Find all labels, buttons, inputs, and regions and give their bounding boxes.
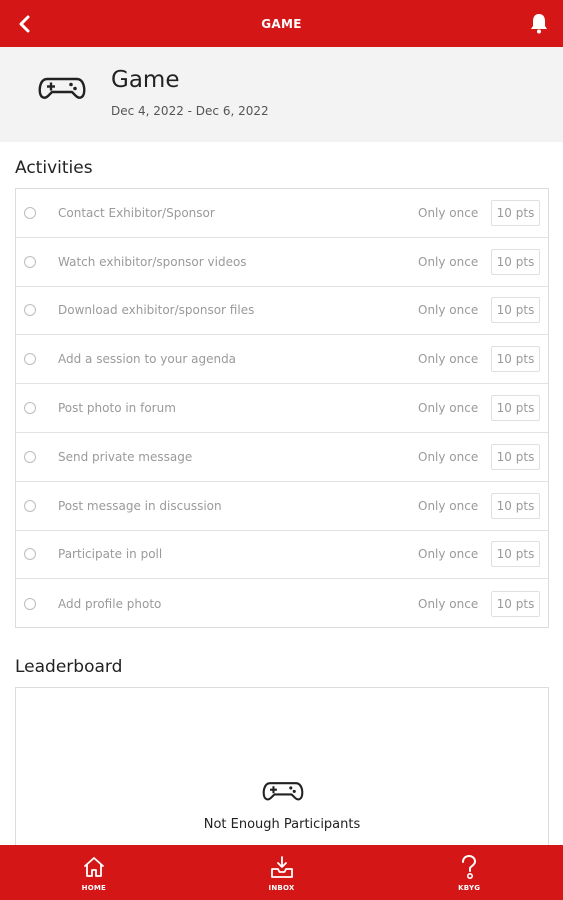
activity-row[interactable]: Contact Exhibitor/Sponsor Only once 10 pts — [16, 189, 548, 238]
nav-kbyg-label: KBYG — [458, 883, 481, 892]
activity-points-badge: 10 pts — [491, 541, 540, 568]
bottom-nav: HOME INBOX KBYG — [0, 845, 563, 900]
back-arrow-icon[interactable] — [12, 12, 36, 36]
activity-label: Watch exhibitor/sponsor videos — [58, 254, 247, 269]
game-header: Game Dec 4, 2022 - Dec 6, 2022 — [0, 47, 563, 142]
activity-radio[interactable] — [24, 402, 36, 415]
activity-label: Download exhibitor/sponsor files — [58, 303, 255, 318]
nav-home[interactable]: HOME — [0, 845, 188, 900]
activity-row[interactable]: Participate in poll Only once 10 pts — [16, 531, 548, 580]
activity-row[interactable]: Post message in discussion Only once 10 pt… — [16, 482, 548, 531]
top-app-bar: GAME — [0, 0, 563, 47]
leaderboard-panel: Not Enough Participants — [15, 687, 549, 867]
game-dates: Dec 4, 2022 - Dec 6, 2022 — [111, 104, 269, 118]
activity-row[interactable]: Watch exhibitor/sponsor videos Only once 1… — [16, 238, 548, 287]
activity-radio[interactable] — [24, 548, 36, 561]
activity-row[interactable]: Send private message Only once 10 pts — [16, 433, 548, 482]
activity-row[interactable]: Download exhibitor/sponsor files Only onc… — [16, 287, 548, 336]
page-title: GAME — [261, 16, 302, 31]
activity-points-badge: 10 pts — [491, 492, 540, 519]
activities-heading: Activities — [15, 158, 93, 178]
activity-label: Add a session to your agenda — [58, 352, 237, 367]
activity-frequency: Only once — [418, 498, 479, 513]
leaderboard-empty-title: Not Enough Participants — [203, 817, 361, 832]
activity-row[interactable]: Add profile photo Only once 10 pts — [16, 579, 548, 628]
activity-frequency: Only once — [418, 254, 479, 269]
activity-label: Participate in poll — [58, 547, 163, 562]
activity-label: Contact Exhibitor/Sponsor — [58, 205, 215, 220]
activity-points-badge: 10 pts — [491, 199, 540, 226]
activity-points-badge: 10 pts — [491, 395, 540, 422]
activity-frequency: Only once — [418, 401, 479, 416]
gamepad-icon — [261, 778, 305, 804]
activity-label: Send private message — [58, 449, 193, 464]
activity-label: Add profile photo — [58, 596, 162, 611]
activity-points-badge: 10 pts — [491, 443, 540, 470]
activity-points-badge: 10 pts — [491, 346, 540, 373]
nav-inbox[interactable]: INBOX — [188, 845, 376, 900]
activity-frequency: Only once — [418, 596, 479, 611]
question-icon — [456, 854, 482, 880]
nav-inbox-label: INBOX — [268, 883, 295, 892]
activity-row[interactable]: Add a session to your agenda Only once 10 … — [16, 335, 548, 385]
activity-frequency: Only once — [418, 449, 479, 464]
leaderboard-heading: Leaderboard — [15, 657, 123, 677]
activity-radio[interactable] — [24, 255, 36, 268]
activity-radio[interactable] — [24, 353, 36, 366]
activity-frequency: Only once — [418, 547, 479, 562]
home-icon — [81, 854, 107, 880]
activity-frequency: Only once — [418, 303, 479, 318]
inbox-icon — [269, 854, 295, 880]
game-title: Game — [111, 67, 180, 93]
nav-home-label: HOME — [81, 883, 107, 892]
activity-points-badge: 10 pts — [491, 248, 540, 275]
activity-row[interactable]: Post photo in forum Only once 10 pts — [16, 384, 548, 433]
bell-icon[interactable] — [527, 11, 551, 35]
activity-radio[interactable] — [24, 450, 36, 463]
activity-frequency: Only once — [418, 352, 479, 367]
activity-radio[interactable] — [24, 304, 36, 317]
activity-label: Post message in discussion — [58, 498, 222, 513]
activity-radio[interactable] — [24, 499, 36, 512]
activity-radio[interactable] — [24, 597, 36, 610]
activity-radio[interactable] — [24, 206, 36, 219]
activity-points-badge: 10 pts — [491, 590, 540, 617]
activity-points-badge: 10 pts — [491, 297, 540, 324]
activities-list: Contact Exhibitor/Sponsor Only once 10 pts… — [15, 188, 549, 628]
activity-frequency: Only once — [418, 205, 479, 220]
activity-label: Post photo in forum — [58, 401, 176, 416]
nav-kbyg[interactable]: KBYG — [375, 845, 563, 900]
gamepad-icon — [37, 73, 87, 103]
